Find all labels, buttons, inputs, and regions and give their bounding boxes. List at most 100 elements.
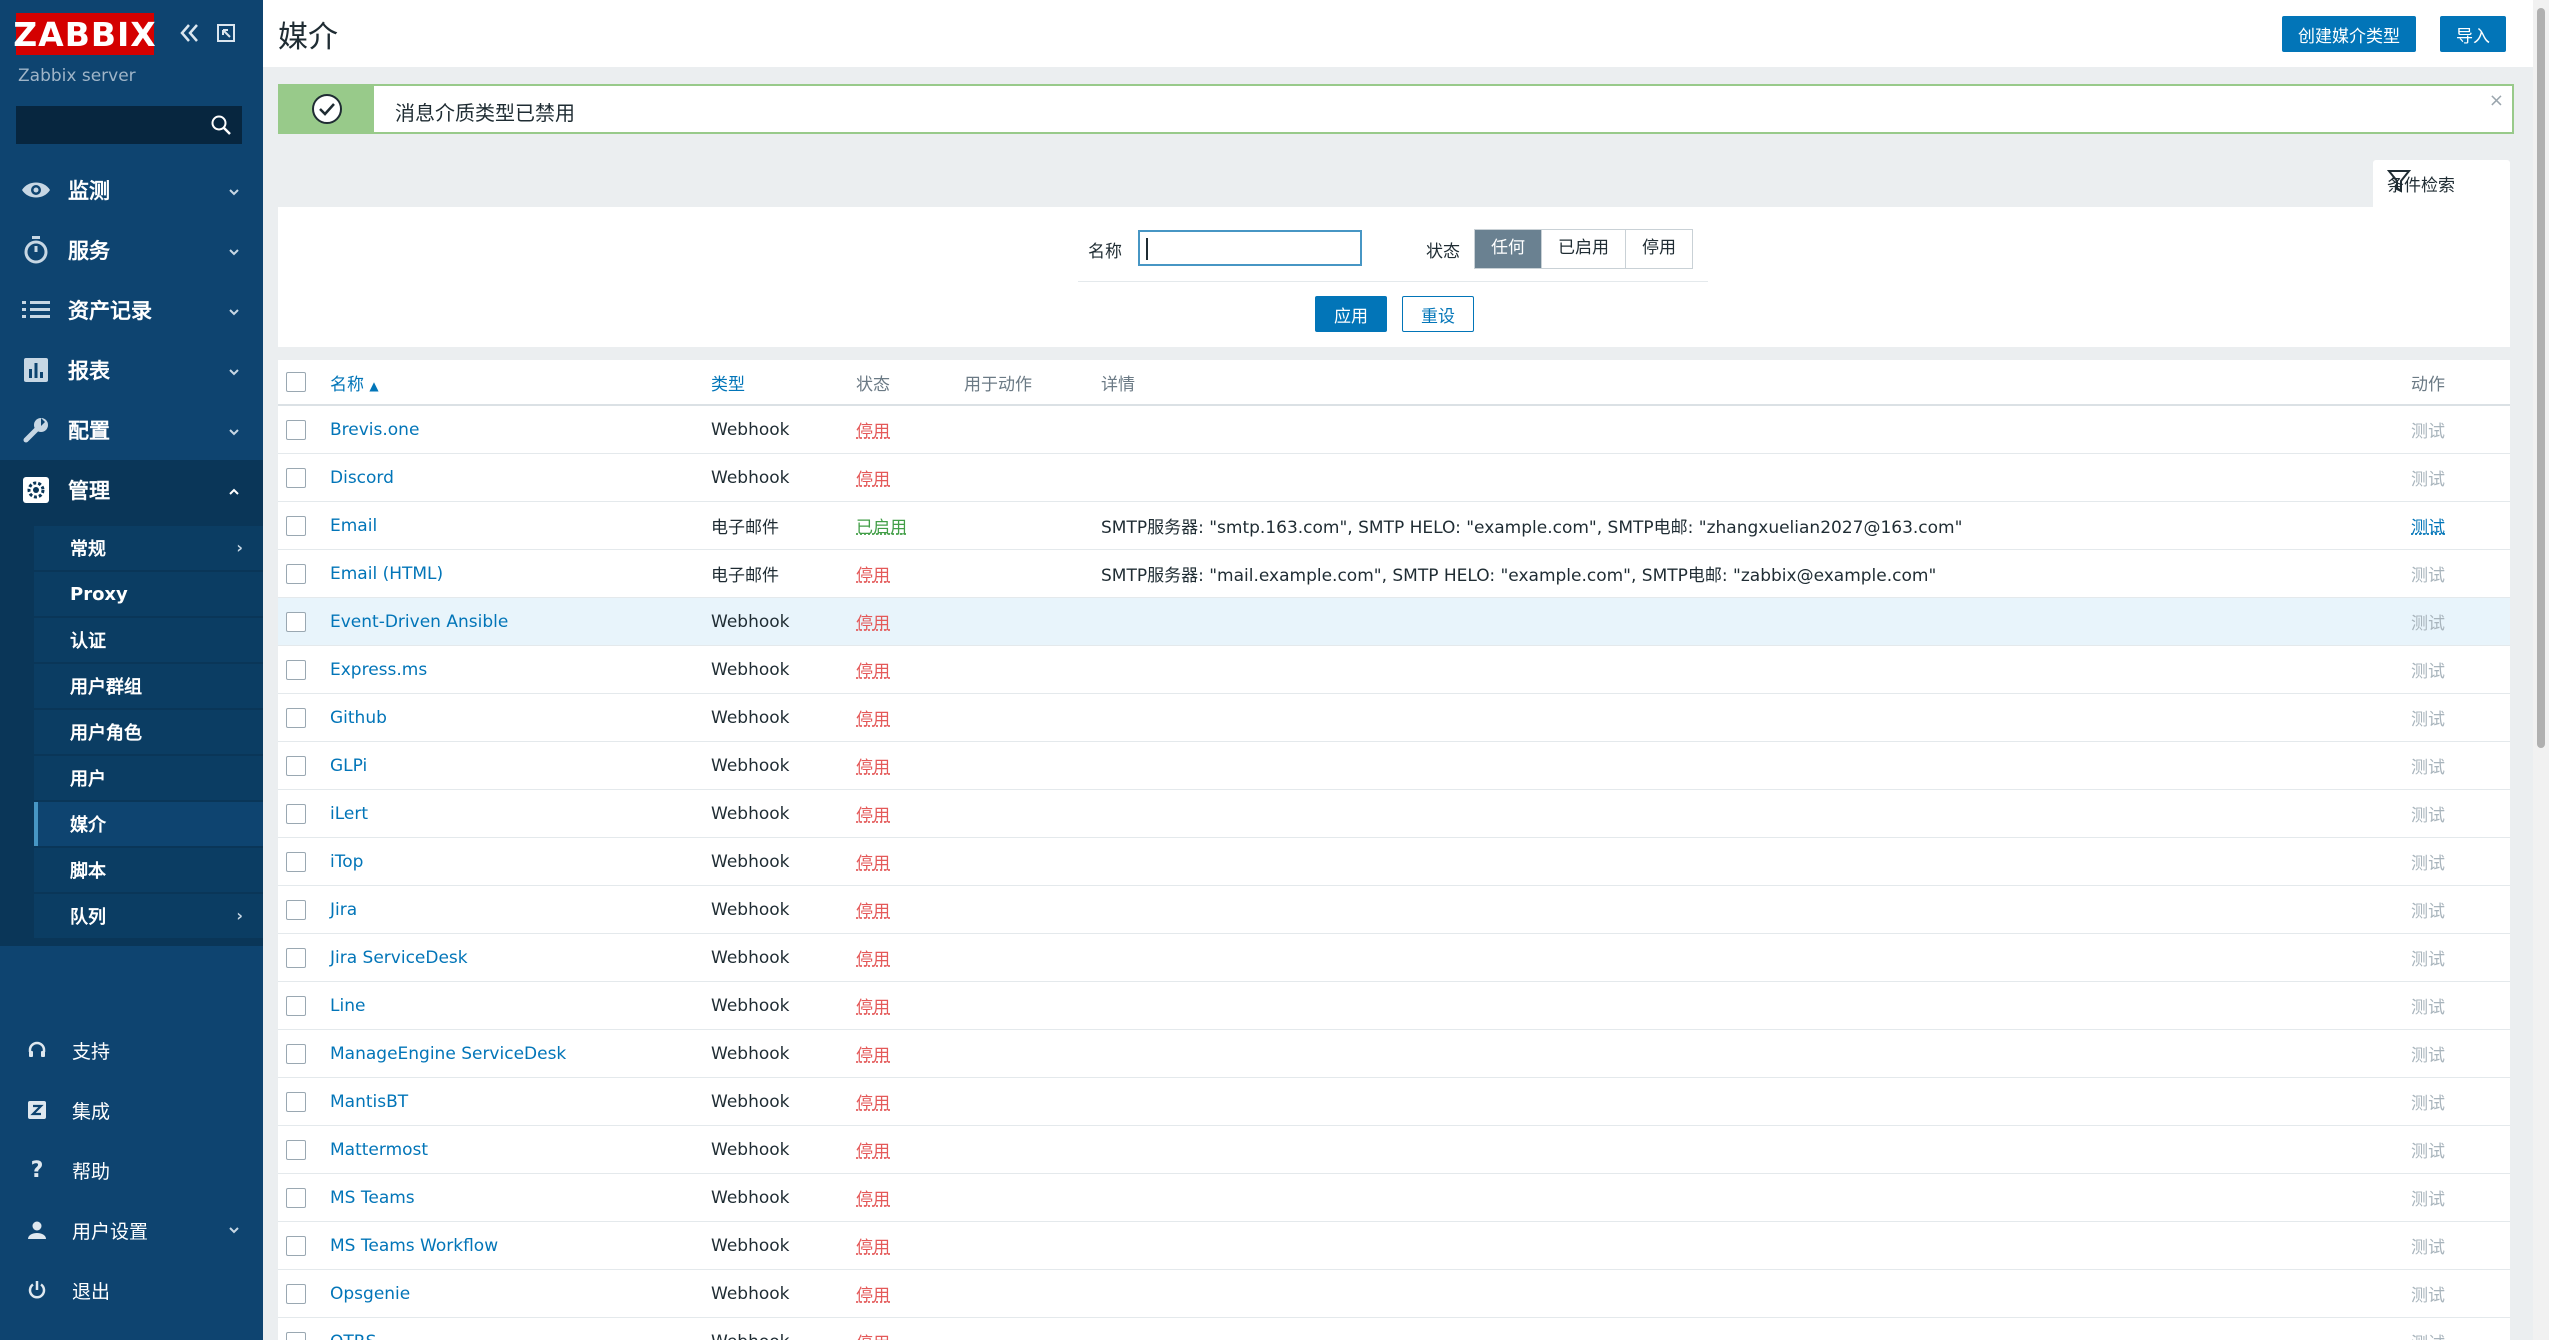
status-toggle-link[interactable]: 停用	[856, 950, 890, 970]
status-toggle-link[interactable]: 停用	[856, 1094, 890, 1114]
status-option-enabled[interactable]: 已启用	[1542, 230, 1626, 268]
status-toggle-link[interactable]: 已启用	[856, 518, 907, 538]
row-checkbox[interactable]	[286, 611, 306, 632]
row-checkbox[interactable]	[286, 1187, 306, 1208]
reset-button[interactable]: 重设	[1402, 296, 1474, 332]
submenu-queue[interactable]: 队列 ›	[34, 894, 263, 938]
row-checkbox[interactable]	[286, 467, 306, 488]
menu-services[interactable]: 服务	[0, 220, 263, 280]
submenu-proxy[interactable]: Proxy	[34, 572, 263, 616]
column-header-name[interactable]: 名称	[330, 375, 364, 395]
menu-configuration[interactable]: 配置	[0, 400, 263, 460]
search-icon[interactable]	[209, 113, 233, 141]
row-checkbox[interactable]	[286, 707, 306, 728]
scrollbar-thumb[interactable]	[2537, 8, 2545, 748]
close-icon[interactable]: ×	[2489, 90, 2504, 111]
row-checkbox[interactable]	[286, 995, 306, 1016]
filter-tab[interactable]: 条件检索	[2373, 160, 2510, 207]
row-checkbox[interactable]	[286, 1139, 306, 1160]
test-link[interactable]: 测试	[2411, 518, 2445, 538]
status-toggle-link[interactable]: 停用	[856, 1190, 890, 1210]
submenu-authentication[interactable]: 认证	[34, 618, 263, 662]
media-type-name-link[interactable]: Event-Driven Ansible	[330, 612, 508, 632]
menu-help[interactable]: ? 帮助	[0, 1140, 263, 1200]
status-toggle-link[interactable]: 停用	[856, 662, 890, 682]
menu-reports[interactable]: 报表	[0, 340, 263, 400]
create-media-type-button[interactable]: 创建媒介类型	[2282, 16, 2416, 52]
menu-support[interactable]: 支持	[0, 1020, 263, 1080]
media-type-name-link[interactable]: Express.ms	[330, 660, 427, 680]
media-type-name-link[interactable]: Github	[330, 708, 387, 728]
media-type-name-link[interactable]: Mattermost	[330, 1140, 428, 1160]
menu-administration[interactable]: 管理	[0, 460, 263, 520]
kiosk-mode-icon[interactable]	[215, 22, 237, 50]
apply-button[interactable]: 应用	[1315, 296, 1387, 332]
row-checkbox[interactable]	[286, 803, 306, 824]
status-toggle-link[interactable]: 停用	[856, 422, 890, 442]
status-toggle-link[interactable]: 停用	[856, 710, 890, 730]
menu-user-settings[interactable]: 用户设置	[0, 1200, 263, 1260]
menu-inventory[interactable]: 资产记录	[0, 280, 263, 340]
row-checkbox[interactable]	[286, 1331, 306, 1340]
row-checkbox[interactable]	[286, 755, 306, 776]
media-type-name-link[interactable]: iTop	[330, 852, 363, 872]
submenu-user-roles[interactable]: 用户角色	[34, 710, 263, 754]
submenu-media-types[interactable]: 媒介	[34, 802, 263, 846]
media-type-name-link[interactable]: MantisBT	[330, 1092, 408, 1112]
submenu-user-groups[interactable]: 用户群组	[34, 664, 263, 708]
submenu-scripts[interactable]: 脚本	[34, 848, 263, 892]
status-toggle-link[interactable]: 停用	[856, 806, 890, 826]
row-checkbox[interactable]	[286, 851, 306, 872]
media-type-name-link[interactable]: Opsgenie	[330, 1284, 410, 1304]
status-toggle-link[interactable]: 停用	[856, 1238, 890, 1258]
media-type-name-link[interactable]: Jira	[330, 900, 357, 920]
row-checkbox[interactable]	[286, 563, 306, 584]
status-toggle-link[interactable]: 停用	[856, 470, 890, 490]
filter-name-input[interactable]	[1138, 230, 1362, 266]
media-type-name-link[interactable]: Line	[330, 996, 365, 1016]
row-checkbox[interactable]	[286, 947, 306, 968]
status-toggle-link[interactable]: 停用	[856, 1142, 890, 1162]
media-type-name-link[interactable]: OTRS	[330, 1332, 376, 1340]
menu-sign-out[interactable]: 退出	[0, 1260, 263, 1320]
import-button[interactable]: 导入	[2440, 16, 2506, 52]
status-toggle-link[interactable]: 停用	[856, 1334, 890, 1340]
status-toggle-link[interactable]: 停用	[856, 1286, 890, 1306]
media-type-name-link[interactable]: Email	[330, 516, 377, 536]
sidebar-search[interactable]	[16, 106, 242, 144]
row-checkbox[interactable]	[286, 899, 306, 920]
row-checkbox[interactable]	[286, 419, 306, 440]
row-checkbox[interactable]	[286, 1283, 306, 1304]
column-header-type[interactable]: 类型	[711, 375, 745, 395]
status-toggle-link[interactable]: 停用	[856, 998, 890, 1018]
select-all-checkbox[interactable]	[286, 372, 306, 392]
row-checkbox[interactable]	[286, 1043, 306, 1064]
media-type-name-link[interactable]: iLert	[330, 804, 368, 824]
status-toggle-link[interactable]: 停用	[856, 902, 890, 922]
status-toggle-link[interactable]: 停用	[856, 614, 890, 634]
media-type-name-link[interactable]: GLPi	[330, 756, 367, 776]
submenu-general[interactable]: 常规 ›	[34, 526, 263, 570]
status-option-disabled[interactable]: 停用	[1626, 230, 1692, 268]
media-type-name-link[interactable]: MS Teams	[330, 1188, 415, 1208]
page-scrollbar[interactable]	[2533, 0, 2549, 1340]
zabbix-logo[interactable]: ZABBIX	[13, 13, 156, 55]
media-type-name-link[interactable]: Jira ServiceDesk	[330, 948, 468, 968]
menu-integrations[interactable]: 集成	[0, 1080, 263, 1140]
menu-monitoring[interactable]: 监测	[0, 160, 263, 220]
media-type-name-link[interactable]: ManageEngine ServiceDesk	[330, 1044, 566, 1064]
status-toggle-link[interactable]: 停用	[856, 566, 890, 586]
media-type-name-link[interactable]: Discord	[330, 468, 394, 488]
sidebar-search-input[interactable]	[17, 107, 207, 143]
row-checkbox[interactable]	[286, 515, 306, 536]
row-checkbox[interactable]	[286, 659, 306, 680]
submenu-users[interactable]: 用户	[34, 756, 263, 800]
status-toggle-link[interactable]: 停用	[856, 758, 890, 778]
status-toggle-link[interactable]: 停用	[856, 1046, 890, 1066]
media-type-name-link[interactable]: MS Teams Workflow	[330, 1236, 498, 1256]
status-toggle-link[interactable]: 停用	[856, 854, 890, 874]
collapse-sidebar-icon[interactable]	[178, 22, 202, 50]
row-checkbox[interactable]	[286, 1091, 306, 1112]
media-type-name-link[interactable]: Email (HTML)	[330, 564, 443, 584]
media-type-name-link[interactable]: Brevis.one	[330, 420, 419, 440]
